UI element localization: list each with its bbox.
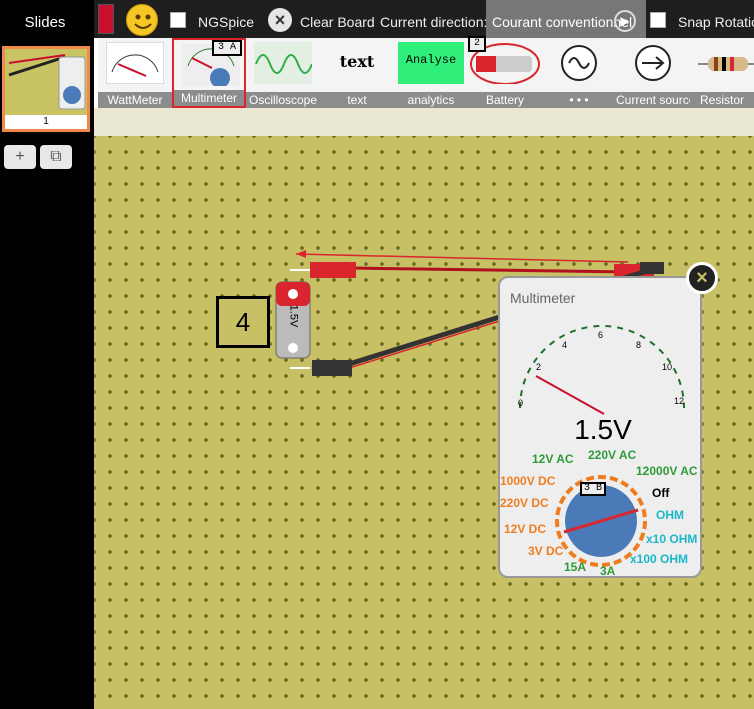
- scale-8: 8: [636, 340, 642, 350]
- app-root: Slides 1 + ⧉ NGSpice × Clear Board Curre…: [0, 0, 754, 709]
- range-off[interactable]: Off: [652, 486, 669, 500]
- range-x100-ohm[interactable]: x100 OHM: [630, 552, 688, 566]
- scale-0: 0: [518, 398, 524, 408]
- range-12v-ac[interactable]: 12V AC: [532, 452, 574, 466]
- range-220v-dc[interactable]: 220V DC: [500, 496, 549, 510]
- red-probe-tip: [310, 262, 356, 278]
- scale-6: 6: [598, 330, 604, 340]
- gauge-needle: [535, 375, 605, 415]
- range-15a[interactable]: 15A: [564, 560, 586, 574]
- range-ohm[interactable]: OHM: [656, 508, 684, 522]
- scale-12: 12: [674, 396, 685, 406]
- range-12000v-ac[interactable]: 12000V AC: [636, 464, 698, 478]
- black-probe-handle: [640, 262, 664, 274]
- red-probe-wire: [349, 266, 631, 274]
- callout-4: 4: [216, 296, 270, 348]
- range-12v-dc[interactable]: 12V DC: [504, 522, 546, 536]
- battery-label: 1.5V: [287, 304, 300, 328]
- scale-10: 10: [662, 362, 673, 372]
- scale-2: 2: [536, 362, 542, 372]
- callout-3b: 3 B: [580, 482, 606, 496]
- range-3a[interactable]: 3A: [600, 564, 615, 578]
- scale-4: 4: [562, 340, 568, 350]
- range-x10-ohm[interactable]: x10 OHM: [646, 532, 697, 546]
- multimeter-reading: 1.5V: [574, 414, 632, 445]
- close-multimeter-icon[interactable]: ×: [686, 262, 718, 294]
- range-3v-dc[interactable]: 3V DC: [528, 544, 563, 558]
- black-probe-tip: [312, 360, 352, 376]
- range-220v-ac[interactable]: 220V AC: [588, 448, 636, 462]
- range-1000v-dc[interactable]: 1000V DC: [500, 474, 555, 488]
